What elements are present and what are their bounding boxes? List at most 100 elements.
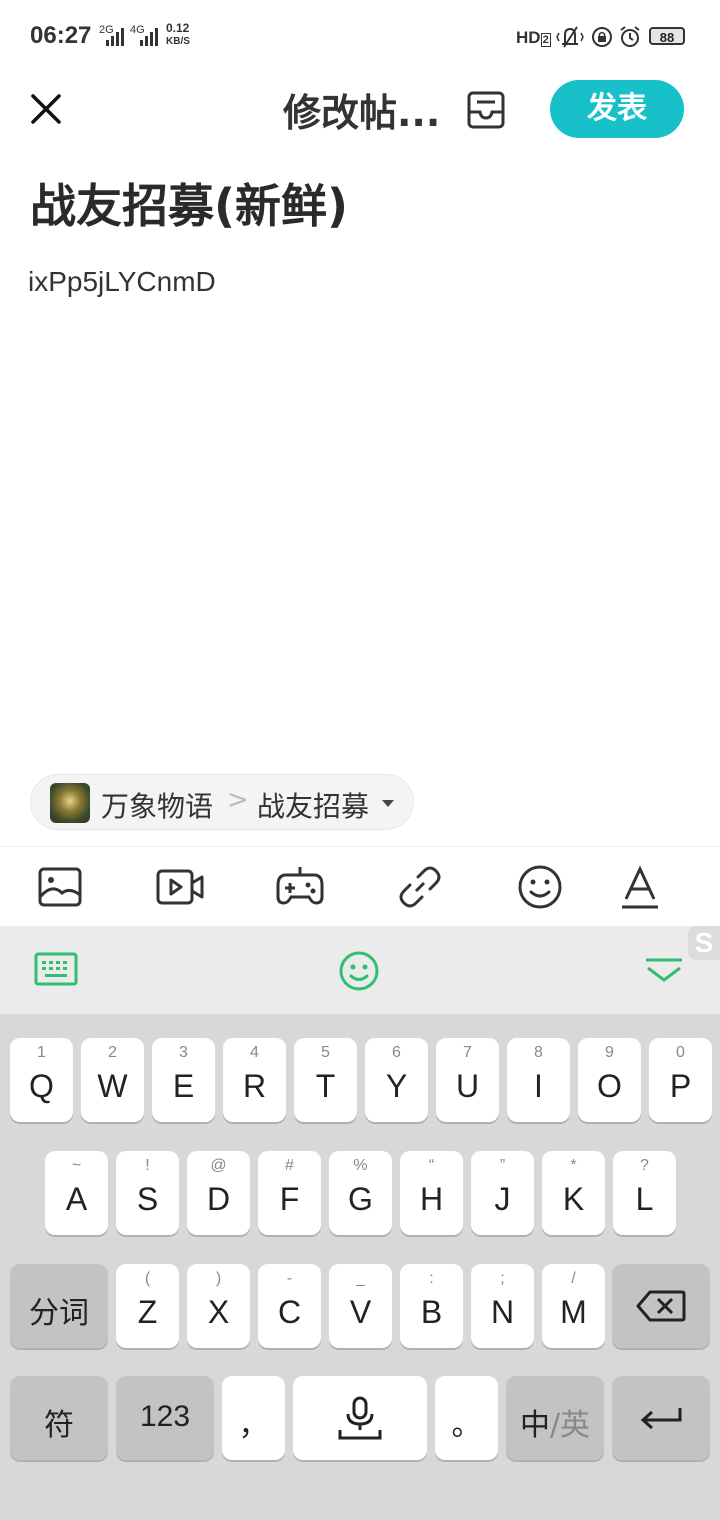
key-w[interactable]: 2W xyxy=(81,1038,144,1122)
space-voice-key[interactable] xyxy=(293,1376,427,1460)
key-label: P xyxy=(669,1068,692,1104)
key-t[interactable]: 5T xyxy=(294,1038,357,1122)
key-label: M xyxy=(560,1294,587,1330)
backspace-key[interactable] xyxy=(612,1264,710,1348)
floating-assistant-icon[interactable]: S xyxy=(688,926,720,960)
publish-button[interactable]: 发表 xyxy=(550,80,684,138)
key-d[interactable]: @ D xyxy=(187,1151,250,1235)
battery-indicator: 88 xyxy=(649,27,685,45)
language-switch-key[interactable]: 中/英 xyxy=(506,1376,604,1460)
post-body-field[interactable]: ixPp5jLYCnmD xyxy=(28,266,216,298)
key-hint: ) xyxy=(215,1270,222,1287)
segment-key[interactable]: 分词 xyxy=(10,1264,108,1348)
key-label: B xyxy=(420,1294,443,1330)
link-icon[interactable] xyxy=(396,863,444,911)
key-a[interactable]: ~ A xyxy=(45,1151,108,1235)
video-icon[interactable] xyxy=(156,863,204,911)
key-label: X xyxy=(207,1294,230,1330)
key-label: K xyxy=(562,1181,585,1217)
soft-keyboard: 1Q2W3E4R5T6Y7U8I9O0P ~ A! S @ D # F% G “H” J * K? L … xyxy=(0,1014,720,1520)
dropdown-arrow-icon xyxy=(382,800,394,807)
enter-icon xyxy=(640,1408,682,1430)
key-j[interactable]: ” J xyxy=(471,1151,534,1235)
key-i[interactable]: 8I xyxy=(507,1038,570,1122)
key-hint: 8 xyxy=(534,1044,543,1061)
key-label: A xyxy=(65,1181,88,1217)
key-k[interactable]: * K xyxy=(542,1151,605,1235)
key-label: L xyxy=(635,1181,654,1217)
key-label: H xyxy=(419,1181,444,1217)
status-bar: 06:27 2G 4G 0.12 KB/S HD 2 88 xyxy=(0,0,720,72)
key-hint: “ xyxy=(428,1157,435,1174)
chevron-right-icon: > xyxy=(227,785,249,815)
key-hint: 2 xyxy=(108,1044,117,1061)
editor-toolbar xyxy=(0,846,720,927)
key-m[interactable]: / M xyxy=(542,1264,605,1348)
key-label: Z xyxy=(137,1294,158,1330)
key-label: Y xyxy=(385,1068,408,1104)
key-e[interactable]: 3E xyxy=(152,1038,215,1122)
key-r[interactable]: 4R xyxy=(223,1038,286,1122)
key-label: U xyxy=(455,1068,480,1104)
signal-2g-icon xyxy=(106,28,124,46)
key-hint: * xyxy=(570,1157,577,1174)
numbers-key[interactable]: 123 xyxy=(116,1376,214,1460)
key-label: V xyxy=(349,1294,372,1330)
collapse-keyboard-icon[interactable] xyxy=(644,958,684,984)
key-hint: ( xyxy=(144,1270,151,1287)
network-speed: 0.12 KB/S xyxy=(166,21,190,47)
game-controller-icon[interactable] xyxy=(276,863,324,911)
key-y[interactable]: 6Y xyxy=(365,1038,428,1122)
category-selector[interactable]: 万象物语 > 战友招募 xyxy=(30,774,414,830)
key-c[interactable]: -C xyxy=(258,1264,321,1348)
key-g[interactable]: % G xyxy=(329,1151,392,1235)
key-f[interactable]: # F xyxy=(258,1151,321,1235)
key-hint: 5 xyxy=(321,1044,330,1061)
close-icon[interactable] xyxy=(30,93,62,125)
image-icon[interactable] xyxy=(36,863,84,911)
key-hint: ! xyxy=(145,1157,150,1174)
drafts-icon[interactable] xyxy=(464,88,508,132)
comma-key[interactable]: ， xyxy=(222,1376,285,1460)
key-label: G xyxy=(348,1181,373,1217)
key-q[interactable]: 1Q xyxy=(10,1038,73,1122)
key-hint: ~ xyxy=(71,1157,82,1174)
key-label: S xyxy=(136,1181,159,1217)
key-l[interactable]: ? L xyxy=(613,1151,676,1235)
signal-4g-icon xyxy=(140,28,158,46)
symbols-key[interactable]: 符 xyxy=(10,1376,108,1460)
key-b[interactable]: :B xyxy=(400,1264,463,1348)
key-x[interactable]: ) X xyxy=(187,1264,250,1348)
key-s[interactable]: ! S xyxy=(116,1151,179,1235)
key-hint: 6 xyxy=(392,1044,401,1061)
game-name: 万象物语 xyxy=(101,790,214,823)
key-z[interactable]: (Z xyxy=(116,1264,179,1348)
emoji-icon[interactable] xyxy=(516,863,564,911)
key-o[interactable]: 9O xyxy=(578,1038,641,1122)
key-label: Q xyxy=(29,1068,54,1104)
vibrate-bell-icon xyxy=(556,26,584,48)
key-p[interactable]: 0P xyxy=(649,1038,712,1122)
period-key[interactable]: 。 xyxy=(435,1376,498,1460)
text-format-icon[interactable] xyxy=(616,863,664,911)
key-hint: ? xyxy=(640,1157,649,1174)
alarm-icon xyxy=(620,26,640,47)
key-h[interactable]: “H xyxy=(400,1151,463,1235)
key-hint: 9 xyxy=(605,1044,614,1061)
key-u[interactable]: 7U xyxy=(436,1038,499,1122)
key-label: C xyxy=(277,1294,302,1330)
post-title-field[interactable]: 战友招募(新鲜) xyxy=(30,170,348,236)
key-hint: - xyxy=(286,1270,293,1287)
key-hint: : xyxy=(429,1270,434,1287)
key-n[interactable]: ; N xyxy=(471,1264,534,1348)
key-hint: 3 xyxy=(179,1044,188,1061)
key-label: O xyxy=(597,1068,622,1104)
enter-key[interactable] xyxy=(612,1376,710,1460)
key-v[interactable]: _ V xyxy=(329,1264,392,1348)
key-label: R xyxy=(242,1068,267,1104)
key-label: E xyxy=(172,1068,195,1104)
key-label: D xyxy=(206,1181,231,1217)
keyboard-icon[interactable] xyxy=(34,952,78,986)
emoji-panel-icon[interactable] xyxy=(338,950,380,992)
key-label: F xyxy=(279,1181,300,1217)
